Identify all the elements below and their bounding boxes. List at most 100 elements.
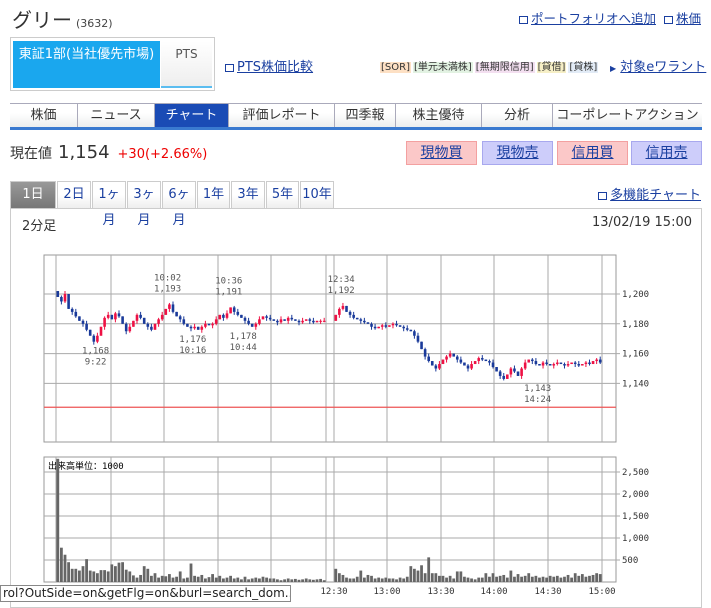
volume-bar (595, 573, 599, 582)
price-annotation: 10:44 (230, 343, 257, 353)
candle-body (527, 359, 531, 363)
candle-body (538, 364, 541, 366)
candle-body (473, 361, 477, 365)
volume-bar (391, 578, 395, 582)
candle-body (150, 326, 153, 330)
volume-bar (345, 577, 348, 582)
price-annotation: 14:24 (524, 395, 551, 405)
candle-body (243, 317, 247, 321)
volume-bar (580, 574, 584, 582)
volume-bar (218, 575, 222, 582)
price-tick-label: 1,160 (622, 350, 649, 360)
candle-body (164, 308, 168, 315)
time-tick-label: 13:00 (373, 587, 400, 597)
candle-body (247, 320, 250, 324)
volume-bar (555, 575, 559, 582)
candle-body (355, 317, 359, 320)
volume-bar (577, 575, 581, 582)
candle-body (548, 364, 552, 366)
candle-body (509, 368, 513, 375)
candle-body (570, 362, 573, 365)
candle-body (96, 335, 99, 342)
volume-bar (455, 571, 459, 582)
candle-body (541, 362, 545, 366)
volume-bar (211, 574, 214, 582)
volume-bar (276, 579, 279, 582)
volume-bar (516, 574, 520, 582)
volume-bar (139, 574, 142, 582)
volume-bar (207, 577, 211, 582)
candle-body (322, 320, 326, 322)
volume-bar (491, 573, 495, 582)
volume-bar (448, 575, 452, 582)
candle-body (78, 316, 81, 321)
candle-body (56, 291, 60, 297)
candle-body (308, 319, 312, 321)
volume-plot-frame (43, 456, 617, 583)
volume-bar (286, 578, 290, 582)
volume-bar (182, 578, 186, 582)
price-annotation: 9:22 (85, 358, 107, 368)
volume-bar (294, 578, 297, 582)
volume-bar (322, 580, 326, 582)
volume-bar (222, 578, 225, 582)
volume-bar (268, 578, 272, 582)
candle-body (552, 364, 556, 366)
price-volume-chart: 1,200 1,180 1,160 1,140 2,500 2,000 1,500 1,000… (43, 254, 649, 597)
candle-body (297, 320, 301, 323)
candle-body (534, 361, 538, 365)
volume-bar (272, 578, 276, 582)
candle-body (352, 314, 355, 318)
candle-body (359, 319, 363, 321)
volume-bar (124, 569, 128, 582)
candle-body (146, 323, 150, 327)
candle-body (531, 359, 534, 362)
candle-body (377, 326, 380, 329)
time-tick-label: 14:30 (534, 587, 561, 597)
candle-body (395, 323, 398, 326)
volume-bar (103, 570, 106, 582)
candle-body (363, 320, 366, 323)
volume-bar (60, 547, 63, 582)
candle-body (110, 314, 114, 320)
candle-body (182, 319, 186, 324)
time-tick-label: 13:30 (427, 587, 454, 597)
candle-body (211, 323, 214, 326)
volume-bar (452, 578, 456, 582)
candle-body (196, 326, 200, 330)
candle-body (498, 371, 502, 376)
candle-body (157, 319, 160, 324)
candle-body (236, 311, 240, 315)
candle-body (81, 320, 85, 324)
candle-body (584, 362, 588, 365)
volume-bar (570, 577, 574, 582)
candle-body (380, 325, 384, 327)
candle-body (232, 307, 236, 312)
price-tick-label: 1,180 (622, 320, 649, 330)
candle-body (441, 359, 445, 365)
volume-bar (301, 579, 304, 582)
volume-tick-label: 1,500 (622, 512, 649, 522)
volume-tick-label: 1,000 (622, 534, 649, 544)
candle-body (218, 314, 222, 320)
candle-body (74, 311, 78, 317)
volume-bar (171, 577, 175, 582)
volume-bar (409, 566, 413, 582)
candle-body (261, 316, 265, 320)
volume-bar (545, 577, 548, 582)
candle-body (445, 356, 448, 360)
candle-body (153, 323, 157, 330)
candle-body (413, 331, 416, 336)
volume-bar (189, 563, 193, 582)
candle-body (366, 322, 370, 324)
volume-bar (366, 574, 370, 582)
candle-body (315, 320, 319, 323)
candle-body (290, 317, 294, 320)
price-annotation: 1,193 (154, 284, 181, 294)
volume-bar (229, 575, 232, 582)
volume-bar (348, 578, 352, 582)
volume-bar (384, 577, 388, 582)
volume-bar (388, 578, 391, 582)
volume-bar (466, 577, 470, 582)
volume-bar (523, 575, 527, 582)
